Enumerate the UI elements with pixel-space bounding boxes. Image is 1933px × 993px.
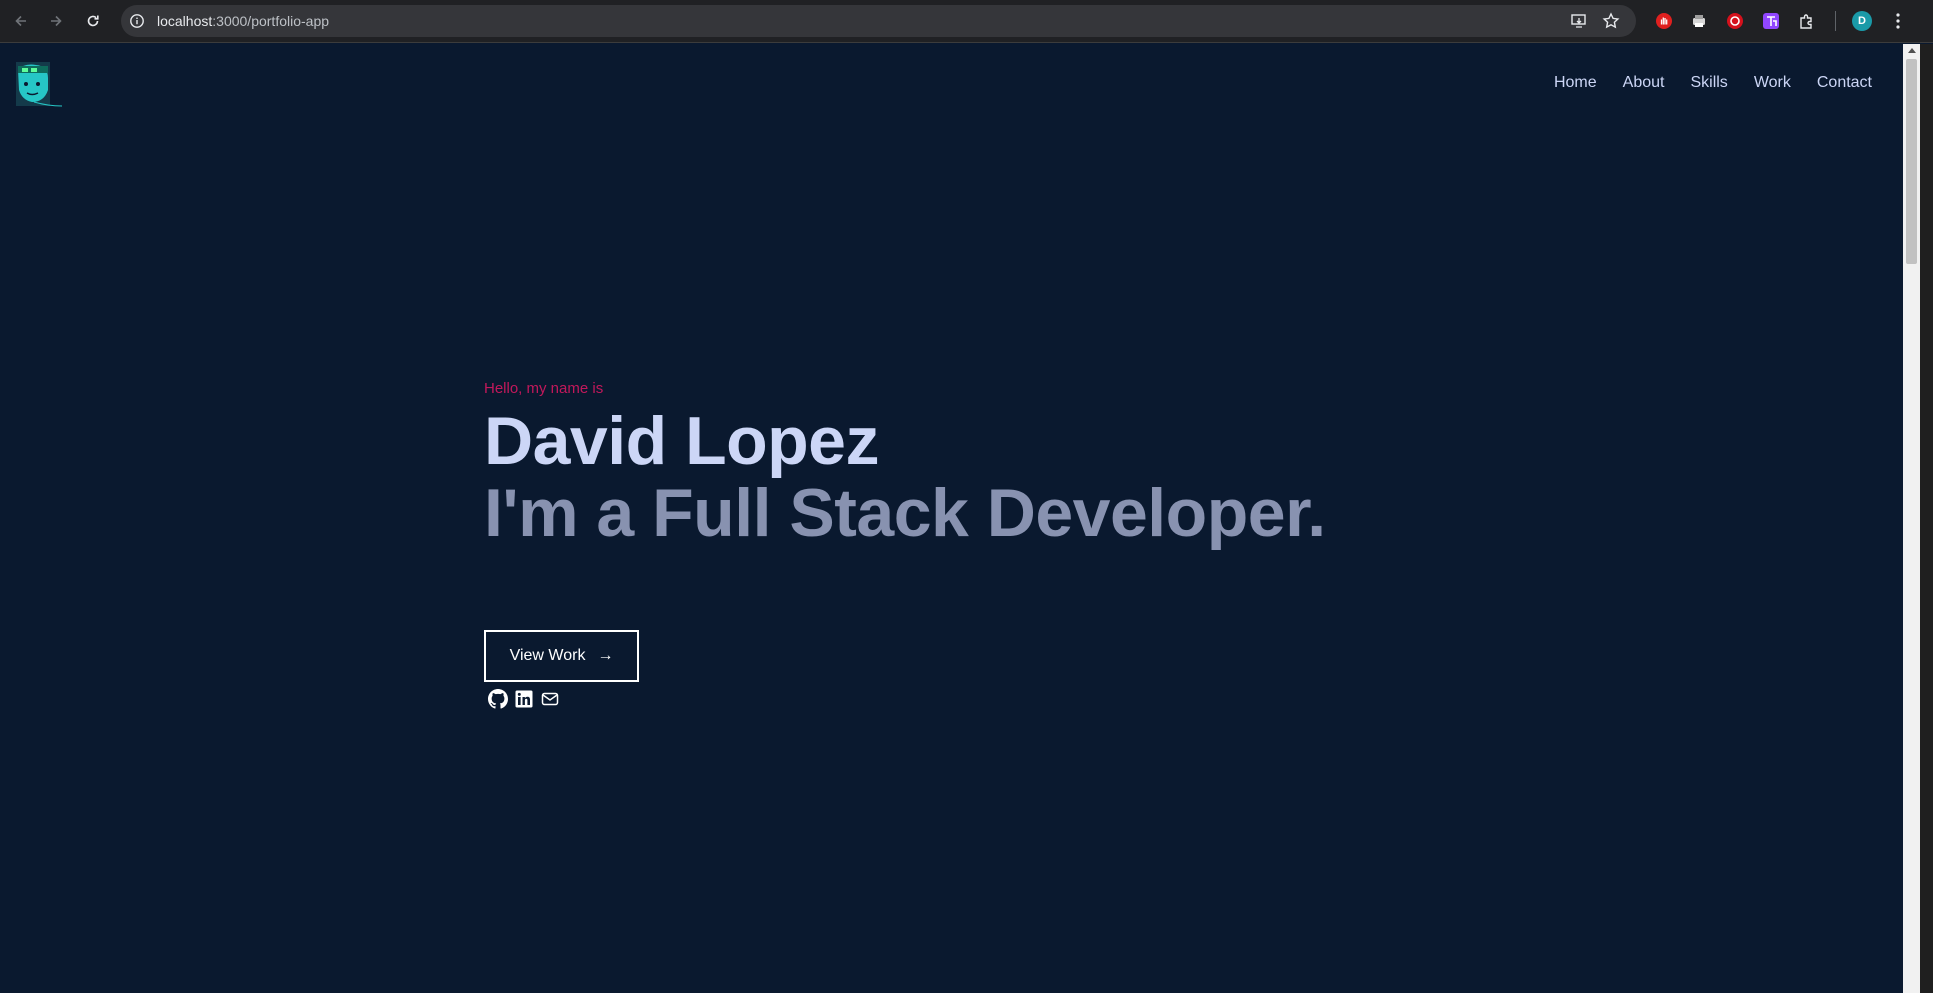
site-logo[interactable] [14,60,66,110]
view-work-button[interactable]: View Work → [484,630,639,682]
nav-contact[interactable]: Contact [1817,74,1872,92]
extensions-puzzle-icon[interactable] [1798,12,1816,30]
mail-icon[interactable] [540,689,560,709]
scroll-up-arrow-icon[interactable] [1908,48,1916,53]
site-navigation: Home About Skills Work Contact [1554,74,1872,92]
reload-button[interactable] [80,8,106,34]
url-text[interactable]: localhost:3000/portfolio-app [157,13,329,29]
hero-tagline: I'm a Full Stack Developer. [484,475,1326,551]
extension-purple-icon[interactable] [1762,12,1780,30]
bookmark-star-icon[interactable] [1602,12,1620,30]
nav-work[interactable]: Work [1754,74,1791,92]
url-path: :3000/portfolio-app [212,13,330,29]
browser-menu-icon[interactable] [1888,11,1908,31]
browser-toolbar: localhost:3000/portfolio-app D [0,0,1933,43]
page-viewport: Home About Skills Work Contact Hello, my… [0,44,1903,993]
install-app-icon[interactable] [1570,12,1588,30]
toolbar-divider [1835,11,1836,31]
nav-about[interactable]: About [1623,74,1665,92]
extension-red-hand-icon[interactable] [1655,12,1673,30]
github-icon[interactable] [488,689,508,709]
hero-name: David Lopez [484,403,879,479]
profile-avatar[interactable]: D [1852,11,1872,31]
social-links [488,689,560,709]
side-panel-edge [1920,44,1933,993]
forward-button[interactable] [43,8,69,34]
view-work-label: View Work [509,647,586,664]
nav-skills[interactable]: Skills [1690,74,1727,92]
hero-section: Hello, my name is David Lopez I'm a Full… [484,380,1326,709]
extension-printer-icon[interactable] [1690,12,1708,30]
reload-icon [87,15,99,27]
extension-red-circle-icon[interactable] [1726,12,1744,30]
address-bar[interactable]: localhost:3000/portfolio-app [121,5,1636,37]
url-host: localhost [157,13,213,29]
site-info-icon[interactable] [129,13,145,29]
scrollbar-thumb[interactable] [1906,59,1917,264]
page-scrollbar[interactable] [1903,44,1920,993]
arrow-right-icon: → [597,647,614,664]
hero-greeting: Hello, my name is [484,380,604,397]
linkedin-icon[interactable] [514,689,534,709]
forward-arrow-icon [51,15,62,27]
back-button[interactable] [8,8,34,34]
back-arrow-icon [15,15,26,27]
nav-home[interactable]: Home [1554,74,1597,92]
